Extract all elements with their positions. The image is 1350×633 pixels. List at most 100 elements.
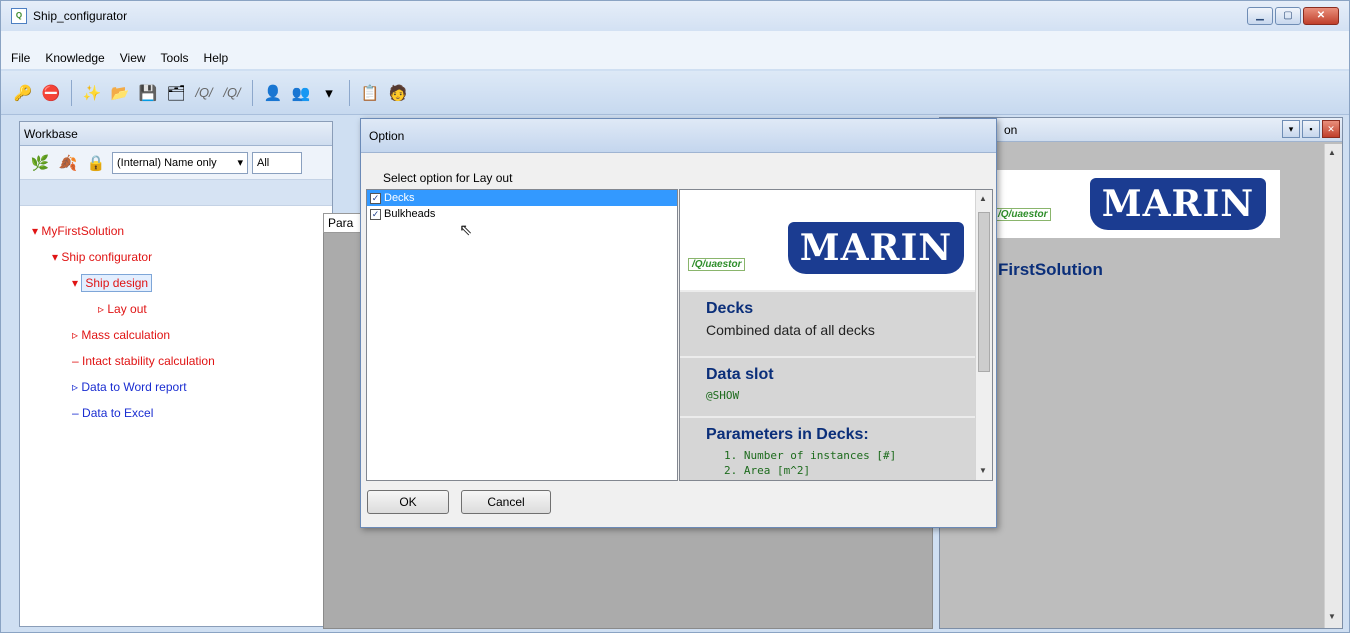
marin-logo-area: /Q/uaestor MARIN (990, 170, 1280, 238)
solution-heading: FirstSolution (998, 260, 1103, 279)
panel-close-icon[interactable]: ✕ (1322, 120, 1340, 138)
marin-logo: MARIN (1090, 178, 1266, 230)
name-mode-value: (Internal) Name only (117, 156, 217, 169)
info-section-params: Parameters in Decks: 1. Number of instan… (680, 416, 976, 480)
save-icon[interactable]: 💾 (136, 81, 160, 105)
main-toolbar: 🔑 ⛔ ✨ 📂 💾 🗂 /Q/ /Q/ 👤 👥 ▾ 📋 🧑 (1, 71, 1349, 115)
tree-expander-icon: ▹ (98, 302, 105, 316)
collapse-tree-icon[interactable]: 🍂 (56, 151, 80, 175)
close-button[interactable]: ✕ (1303, 7, 1339, 25)
app-q-icon: Q (11, 8, 27, 24)
toolbar-separator (71, 79, 72, 106)
close-solution-icon[interactable]: ⛔ (39, 81, 63, 105)
checkbox-bulkheads[interactable]: ✓ (370, 208, 381, 220)
add-task-icon[interactable]: ✨ (80, 81, 104, 105)
tree-node-ship-design[interactable]: ▾ Ship design (28, 270, 215, 296)
filter-value: All (257, 156, 270, 169)
menu-help[interactable]: Help (204, 51, 229, 65)
information-panel-title: on (1004, 122, 1018, 137)
toolbar-separator (349, 79, 350, 106)
info-param: 2. Area [m^2] (724, 464, 811, 477)
info-logo-area: /Q/uaestor MARIN (680, 212, 980, 284)
tree-expander-icon: ▹ (72, 328, 79, 342)
table-icon[interactable]: 📋 (358, 81, 382, 105)
info-item-desc: Combined data of all decks (706, 322, 875, 338)
info-slot-value: @SHOW (706, 389, 740, 402)
info-item-title: Decks (706, 300, 754, 317)
info-params-title: Parameters in Decks: (706, 426, 869, 443)
user-settings-icon[interactable]: 🧑 (386, 81, 410, 105)
scroll-up-icon[interactable]: ▲ (979, 194, 987, 203)
tree-node-excel[interactable]: – Data to Excel (28, 400, 215, 426)
tree-node-ship-configurator[interactable]: ▾ Ship configurator (28, 244, 215, 270)
menu-knowledge[interactable]: Knowledge (45, 51, 104, 65)
open-folder-icon[interactable]: 📂 (108, 81, 132, 105)
menu-bar: File Knowledge View Tools Help (1, 47, 1349, 69)
menu-file[interactable]: File (11, 51, 30, 65)
filter-select[interactable]: All (252, 151, 302, 174)
workbase-strip (20, 180, 332, 206)
quaestor-logo: /Q/uaestor (994, 208, 1052, 221)
quaestor-run-icon[interactable]: /Q/ (220, 81, 244, 105)
scroll-up-icon[interactable]: ▲ (1328, 148, 1336, 157)
info-scrollbar[interactable]: ▲ ▼ (975, 190, 992, 480)
menu-view[interactable]: View (120, 51, 146, 65)
option-dialog: Option Select option for Lay out ✓ Decks… (360, 118, 997, 528)
user-dropdown-icon[interactable]: ▾ (317, 81, 341, 105)
tree-connector-icon: – (72, 406, 79, 420)
workbase-panel: Workbase 🌿 🍂 🔒 (Internal) Name only ▾ Al… (19, 121, 333, 627)
maximize-button[interactable]: ▢ (1275, 7, 1301, 25)
tree-node-word-report[interactable]: ▹ Data to Word report (28, 374, 215, 400)
solution-tree: ▾ MyFirstSolution ▾ Ship configurator ▾ … (28, 218, 215, 426)
minimize-button[interactable]: ▁ (1247, 7, 1273, 25)
lock-icon[interactable]: 🔒 (84, 151, 108, 175)
marin-logo: MARIN (788, 222, 964, 274)
quaestor-logo: /Q/uaestor (688, 258, 746, 271)
workbase-title: Workbase (20, 122, 332, 146)
panel-dropdown-icon[interactable]: ▾ (1282, 120, 1300, 138)
scroll-down-icon[interactable]: ▼ (979, 466, 987, 475)
tree-connector-icon: – (72, 354, 79, 368)
information-panel: on ▾ ▪ ✕ ▲ ▼ /Q/uaestor MARIN FirstSolut… (939, 117, 1343, 629)
toolbar-separator (252, 79, 253, 106)
save-all-icon[interactable]: 🗂 (164, 81, 188, 105)
quaestor-icon[interactable]: /Q/ (192, 81, 216, 105)
scroll-down-icon[interactable]: ▼ (1328, 612, 1336, 621)
user-icon[interactable]: 👤 (261, 81, 285, 105)
mouse-cursor-icon: ⇖ (459, 222, 473, 239)
cancel-button[interactable]: Cancel (461, 490, 551, 514)
dialog-title: Option (361, 119, 996, 153)
tree-node-mass-calculation[interactable]: ▹ Mass calculation (28, 322, 215, 348)
menu-tools[interactable]: Tools (161, 51, 189, 65)
information-scrollbar[interactable]: ▲ ▼ (1324, 144, 1342, 628)
window-controls: ▁ ▢ ✕ (1247, 7, 1339, 25)
chevron-down-icon: ▾ (237, 157, 243, 169)
checkbox-decks[interactable]: ✓ (370, 192, 381, 204)
scroll-thumb[interactable] (978, 212, 990, 372)
menubar-spacer (1, 31, 1349, 47)
window-title: Ship_configurator (33, 9, 128, 23)
option-decks[interactable]: ✓ Decks (367, 190, 677, 206)
option-bulkheads[interactable]: ✓ Bulkheads (367, 206, 677, 222)
expand-tree-icon[interactable]: 🌿 (28, 151, 52, 175)
tree-node-intact-stability[interactable]: – Intact stability calculation (28, 348, 215, 374)
option-info-view: /Q/uaestor MARIN Decks Combined data of … (679, 189, 993, 481)
dialog-prompt: Select option for Lay out (383, 171, 513, 185)
info-section-slot: Data slot @SHOW (680, 356, 976, 416)
user-edit-icon[interactable]: 👥 (289, 81, 313, 105)
new-solution-icon[interactable]: 🔑 (11, 81, 35, 105)
tree-expander-icon: ▾ (52, 250, 59, 264)
tree-node-solution[interactable]: ▾ MyFirstSolution (28, 218, 215, 244)
panel-controls: ▾ ▪ ✕ (1282, 120, 1340, 138)
name-mode-select[interactable]: (Internal) Name only ▾ (112, 151, 248, 174)
ok-button[interactable]: OK (367, 490, 449, 514)
info-param: 1. Number of instances [#] (724, 449, 897, 462)
tree-node-lay-out[interactable]: ▹ Lay out (28, 296, 215, 322)
panel-pin-icon[interactable]: ▪ (1302, 120, 1320, 138)
tree-expander-icon: ▾ (72, 276, 79, 290)
info-slot-title: Data slot (706, 366, 774, 383)
option-list: ✓ Decks ✓ Bulkheads ⇖ (366, 189, 678, 481)
workbase-toolbar: 🌿 🍂 🔒 (Internal) Name only ▾ All (20, 146, 332, 180)
title-bar: Q Ship_configurator ▁ ▢ ✕ (1, 1, 1349, 31)
tree-expander-icon: ▹ (72, 380, 79, 394)
